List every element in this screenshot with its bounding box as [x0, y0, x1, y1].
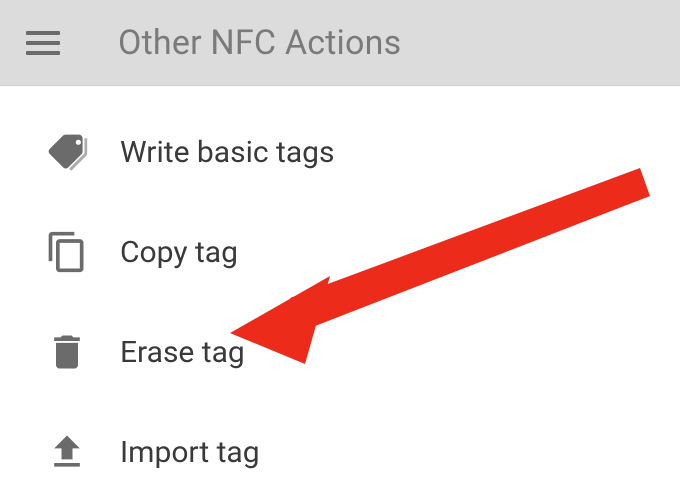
action-label: Import tag — [120, 435, 260, 470]
action-copy-tag[interactable]: Copy tag — [0, 202, 680, 302]
copy-icon — [42, 227, 92, 277]
app-root: Other NFC Actions Write basic tags Copy … — [0, 0, 680, 502]
app-header: Other NFC Actions — [0, 0, 680, 86]
action-write-basic-tags[interactable]: Write basic tags — [0, 102, 680, 202]
action-erase-tag[interactable]: Erase tag — [0, 302, 680, 402]
action-import-tag[interactable]: Import tag — [0, 402, 680, 502]
tags-icon — [42, 127, 92, 177]
hamburger-icon — [26, 31, 60, 35]
page-title: Other NFC Actions — [118, 23, 401, 63]
hamburger-menu-button[interactable] — [26, 24, 64, 62]
action-label: Copy tag — [120, 235, 238, 270]
action-label: Write basic tags — [120, 135, 334, 170]
action-label: Erase tag — [120, 335, 245, 370]
upload-icon — [42, 427, 92, 477]
trash-icon — [42, 327, 92, 377]
actions-list: Write basic tags Copy tag Erase tag Impo… — [0, 86, 680, 502]
